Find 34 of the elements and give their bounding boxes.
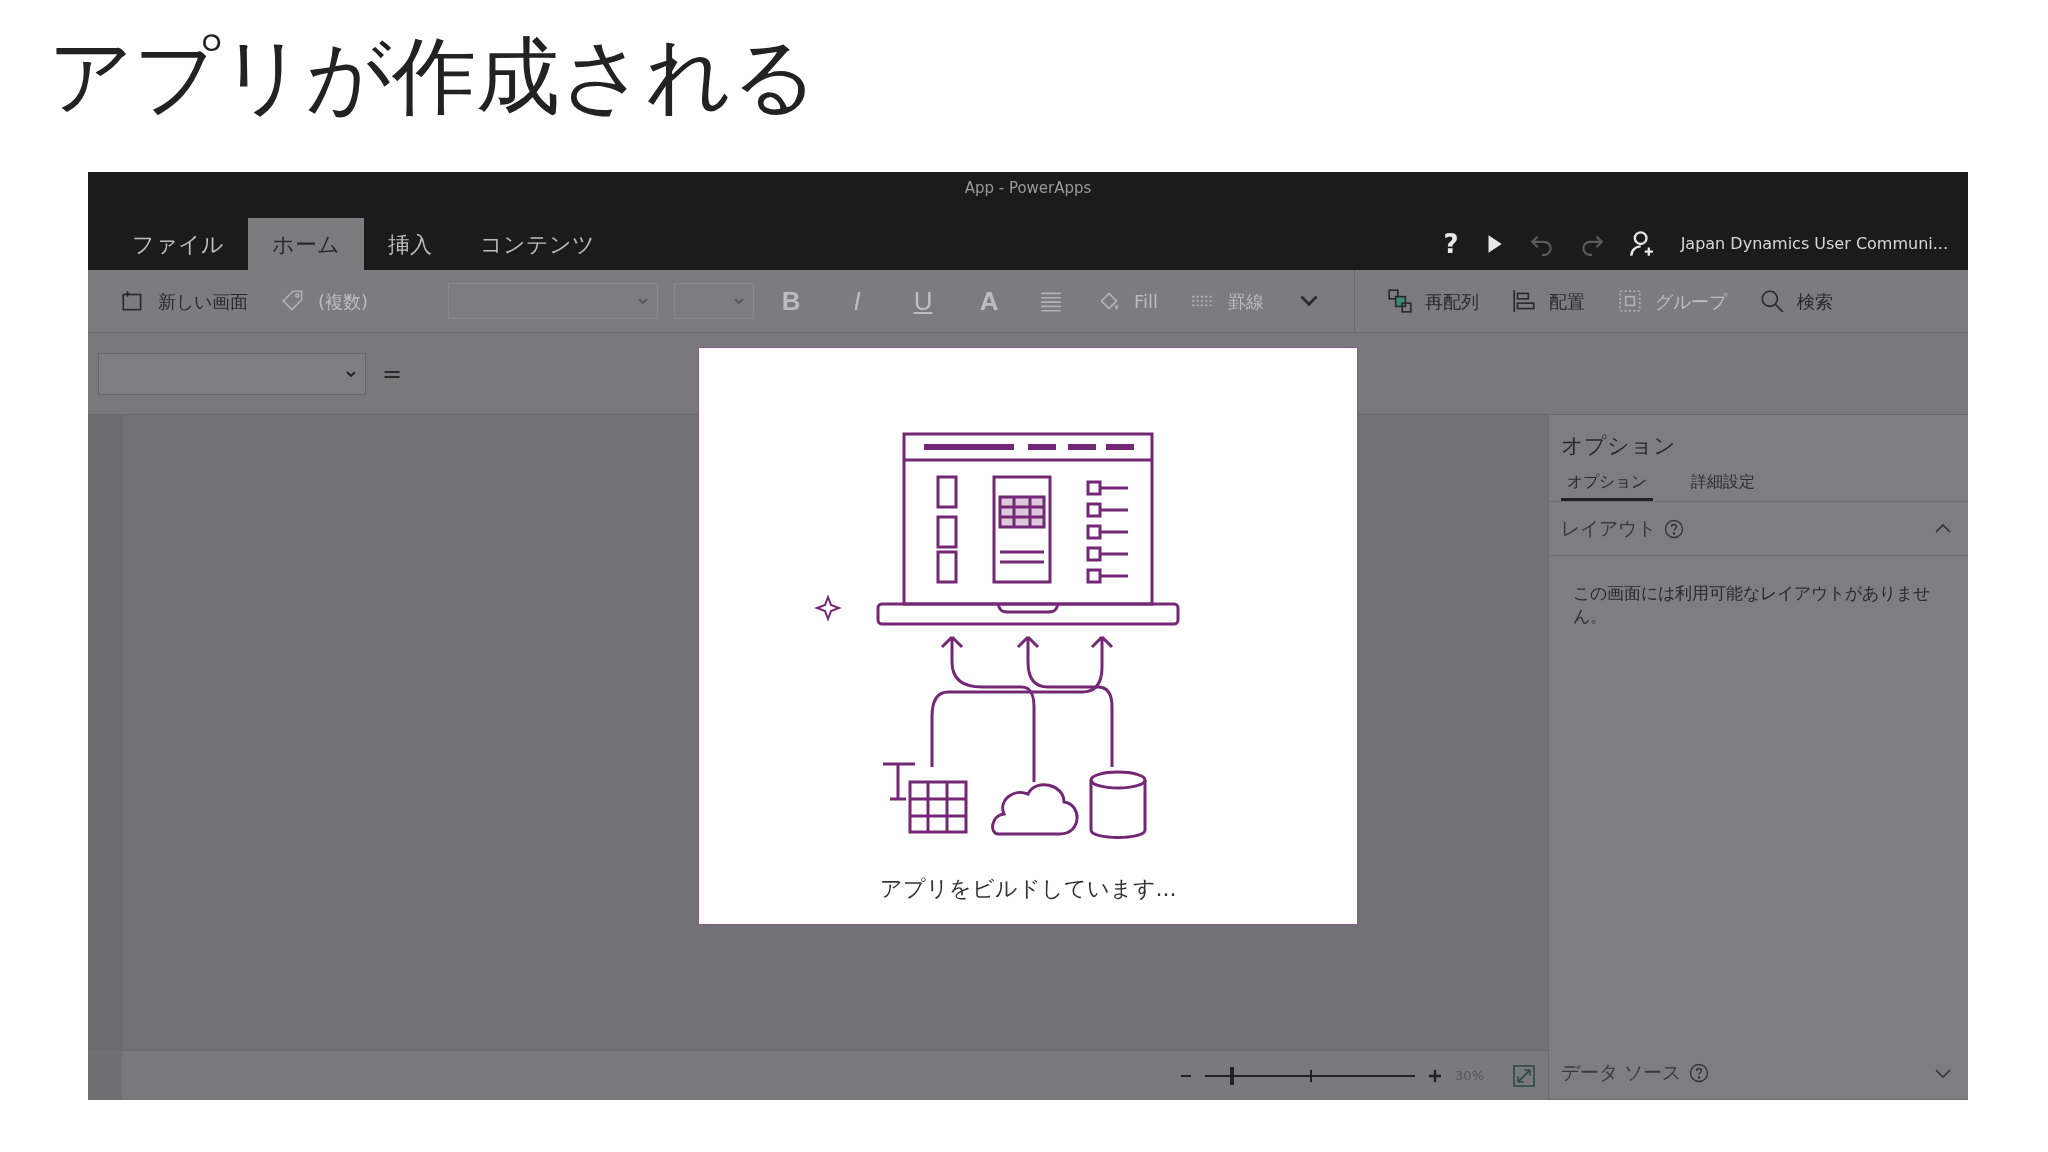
align-left-icon: [1511, 288, 1538, 314]
chevron-down-icon: [733, 295, 746, 307]
slide-title: アプリが作成される: [47, 26, 819, 127]
window-title: App - PowerApps: [963, 178, 1093, 199]
panel-tab[interactable]: 詳細設定: [1685, 470, 1761, 501]
section-title: データ ソース: [1561, 1060, 1682, 1086]
account-name: Japan Dynamics User Communi...: [1680, 233, 1948, 255]
fit-screen-icon[interactable]: [1512, 1063, 1536, 1088]
panel-tab[interactable]: オプション: [1561, 470, 1653, 501]
ribbon-tab[interactable]: 挿入: [364, 218, 456, 270]
group-icon: [1617, 288, 1644, 314]
layout-message: この画面には利用可能なレイアウトがありません。: [1572, 582, 1931, 628]
toolbar-button[interactable]: 新しい画面: [108, 281, 260, 321]
formula-operator: =: [382, 358, 403, 390]
reorder-icon: [1387, 288, 1414, 314]
zoom-in-icon[interactable]: [1427, 1067, 1444, 1084]
section-header[interactable]: レイアウト: [1549, 502, 1968, 556]
toolbar-button[interactable]: 検索: [1747, 281, 1846, 321]
toolbar-button[interactable]: 再配列: [1375, 281, 1492, 321]
search-icon: [1759, 288, 1786, 314]
section-title: レイアウト: [1561, 516, 1656, 542]
toolbar-button[interactable]: 配置: [1499, 281, 1598, 321]
help-icon[interactable]: [1664, 518, 1684, 539]
zoom-slider[interactable]: [1205, 1065, 1416, 1086]
panel-title: オプション: [1560, 432, 1677, 460]
help-icon[interactable]: [1689, 1062, 1710, 1083]
build-message: アプリをビルドしています...: [879, 875, 1177, 903]
ribbon-tab[interactable]: ホーム: [248, 218, 364, 270]
ribbon-tab[interactable]: コンテンツ: [456, 218, 619, 270]
section-header[interactable]: データ ソース: [1549, 1046, 1968, 1100]
zoom-slider-thumb[interactable]: [1230, 1066, 1235, 1085]
ribbon-tab[interactable]: ファイル: [108, 218, 248, 270]
chevron-down-icon: [637, 295, 650, 307]
help-button[interactable]: ?: [1431, 224, 1471, 264]
